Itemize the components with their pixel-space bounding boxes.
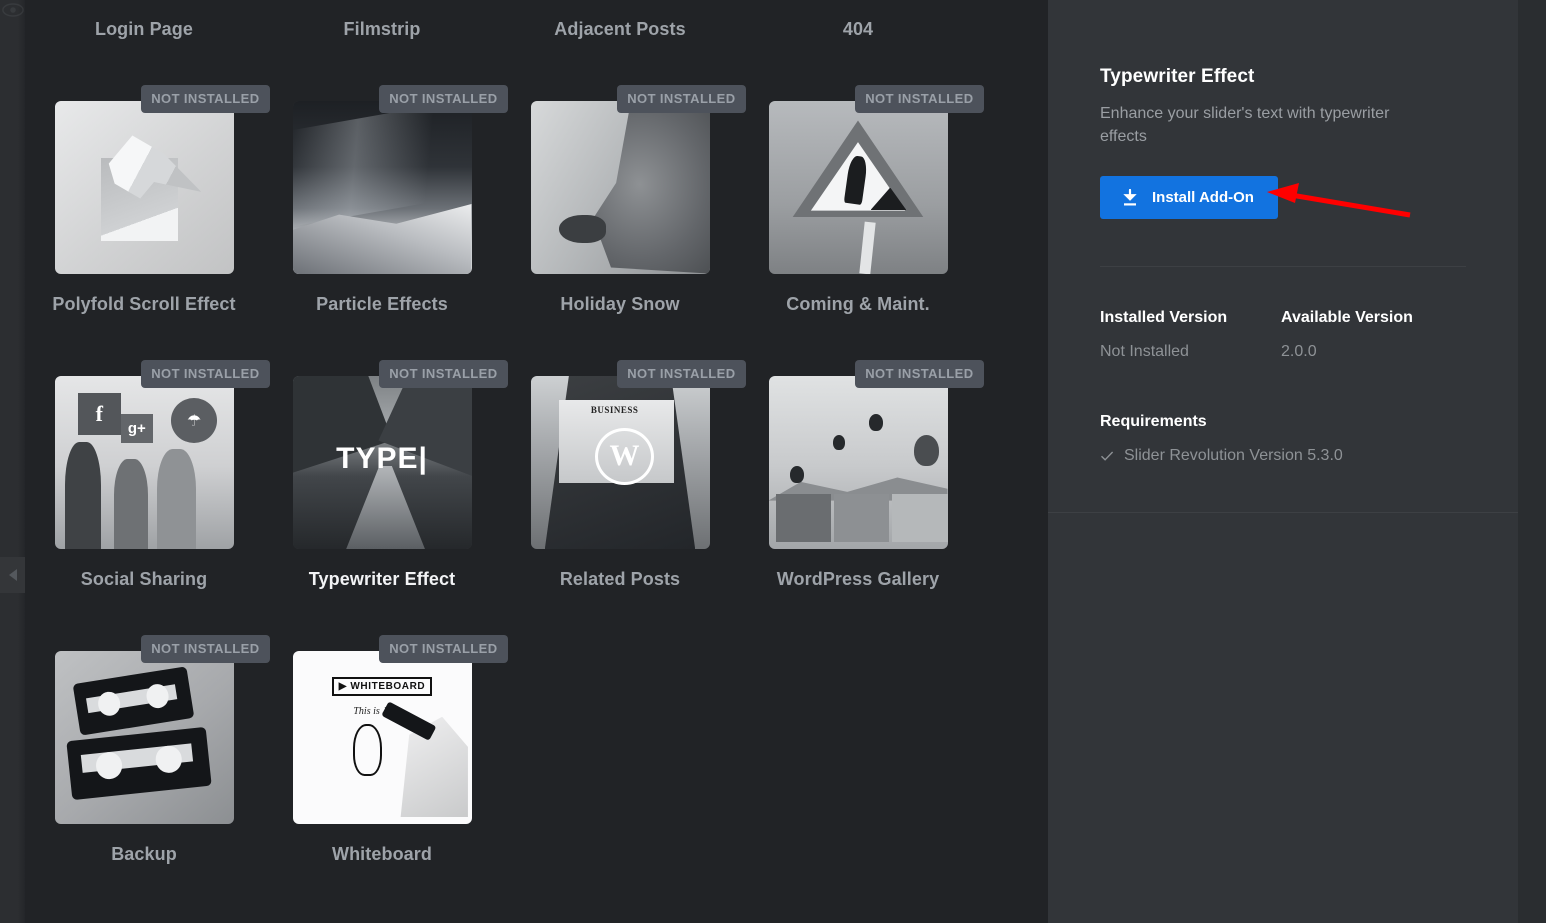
addon-card[interactable]: NOT INSTALLED Holiday Snow bbox=[501, 85, 746, 368]
addon-card-label: Particle Effects bbox=[316, 294, 448, 314]
addon-thumbnail[interactable]: NOT INSTALLED bbox=[54, 635, 270, 824]
addon-thumbnail[interactable]: ▶ WHITEBOARD This is Jim NOT INSTALLED bbox=[292, 635, 508, 824]
whiteboard-tag: ▶ WHITEBOARD bbox=[331, 676, 433, 696]
addon-card-label: Holiday Snow bbox=[560, 294, 680, 314]
addon-card[interactable]: ▶ WHITEBOARD This is Jim NOT INSTALLED W… bbox=[263, 635, 508, 918]
newspaper-masthead: BUSINESS bbox=[590, 405, 639, 416]
addon-thumbnail[interactable]: NOT INSTALLED bbox=[768, 85, 984, 274]
requirement-text: Slider Revolution Version 5.3.0 bbox=[1124, 447, 1343, 465]
addon-card-label: Related Posts bbox=[559, 569, 681, 589]
requirements-heading: Requirements bbox=[1100, 413, 1207, 431]
addon-card-label: Social Sharing bbox=[80, 569, 208, 589]
version-section: Installed Version Not Installed Availabl… bbox=[1048, 267, 1518, 465]
addon-thumbnail[interactable]: TYPE| NOT INSTALLED bbox=[292, 360, 508, 549]
twitter-icon: ☂ bbox=[170, 398, 218, 444]
addon-card-typewriter[interactable]: TYPE| NOT INSTALLED Typewriter Effect bbox=[263, 360, 508, 643]
addon-card-label: Polyfold Scroll Effect bbox=[52, 294, 236, 314]
addon-card[interactable]: NOT INSTALLED Polyfold Scroll Effect bbox=[25, 85, 270, 368]
addon-row: NOT INSTALLED Polyfold Scroll Effect NOT… bbox=[25, 85, 1048, 368]
status-badge: NOT INSTALLED bbox=[141, 360, 270, 388]
status-badge: NOT INSTALLED bbox=[141, 85, 270, 113]
status-badge: NOT INSTALLED bbox=[141, 635, 270, 663]
detail-header: Typewriter Effect Enhance your slider's … bbox=[1048, 0, 1518, 268]
addon-card[interactable]: NOT INSTALLED Login Page bbox=[25, 0, 263, 93]
chevron-left-icon bbox=[8, 569, 17, 581]
addon-row: NOT INSTALLED Backup ▶ WHITEBOARD This i… bbox=[25, 635, 1048, 918]
addon-card-label: Backup bbox=[111, 844, 177, 864]
requirement-item: Slider Revolution Version 5.3.0 bbox=[1100, 447, 1466, 465]
installed-version-label: Installed Version bbox=[1100, 309, 1228, 327]
addon-card-label: Whiteboard bbox=[332, 844, 432, 864]
addon-card-empty bbox=[501, 643, 739, 918]
addon-card[interactable]: BUSINESS W NOT INSTALLED Related Posts bbox=[501, 360, 746, 643]
status-badge: NOT INSTALLED bbox=[855, 360, 984, 388]
addon-thumbnail[interactable]: f g+ ☂ NOT INSTALLED bbox=[54, 360, 270, 549]
addon-thumbnail[interactable]: BUSINESS W NOT INSTALLED bbox=[530, 360, 746, 549]
addon-thumbnail[interactable]: NOT INSTALLED bbox=[54, 85, 270, 274]
left-rail bbox=[0, 0, 25, 923]
addon-card-label: Typewriter Effect bbox=[308, 569, 456, 589]
addon-card[interactable]: f g+ ☂ NOT INSTALLED Social Sharing bbox=[25, 360, 270, 643]
addon-card-label: Login Page bbox=[94, 19, 193, 39]
addon-card[interactable]: NOT INSTALLED Particle Effects bbox=[263, 85, 508, 368]
section-divider bbox=[1048, 512, 1518, 513]
status-badge: NOT INSTALLED bbox=[379, 85, 508, 113]
available-version-column: Available Version 2.0.0 bbox=[1281, 309, 1462, 361]
status-badge: NOT INSTALLED bbox=[379, 360, 508, 388]
addon-grid: NOT INSTALLED Login Page NOT INSTALLED F… bbox=[25, 0, 1048, 918]
status-badge: NOT INSTALLED bbox=[855, 85, 984, 113]
addon-card[interactable]: NOT INSTALLED Adjacent Posts bbox=[501, 0, 739, 93]
wordpress-icon: W bbox=[594, 427, 654, 485]
addon-card-label: Coming & Maint. bbox=[786, 294, 930, 314]
addon-card[interactable]: NOT INSTALLED WordPress Gallery bbox=[739, 360, 984, 643]
status-badge: NOT INSTALLED bbox=[617, 360, 746, 388]
addon-card[interactable]: NOT INSTALLED Coming & Maint. bbox=[739, 85, 984, 368]
addon-grid-pane[interactable]: NOT INSTALLED Login Page NOT INSTALLED F… bbox=[25, 0, 1048, 923]
addon-thumbnail[interactable]: NOT INSTALLED bbox=[292, 85, 508, 274]
addon-detail-panel: Typewriter Effect Enhance your slider's … bbox=[1048, 0, 1518, 923]
addon-card-label: Filmstrip bbox=[343, 19, 421, 39]
addon-card[interactable]: NOT INSTALLED Backup bbox=[25, 635, 270, 918]
panel-outer-gutter bbox=[1518, 0, 1546, 923]
download-icon bbox=[1123, 189, 1137, 206]
addon-card-label: Adjacent Posts bbox=[554, 19, 686, 39]
addon-thumbnail[interactable]: NOT INSTALLED bbox=[530, 85, 746, 274]
available-version-label: Available Version bbox=[1281, 309, 1413, 327]
addon-card[interactable]: NOT INSTALLED 404 bbox=[739, 0, 977, 93]
facebook-icon: f bbox=[77, 393, 121, 435]
install-addon-button[interactable]: Install Add-On bbox=[1100, 176, 1278, 220]
installed-version-value: Not Installed bbox=[1100, 343, 1189, 361]
check-icon bbox=[1101, 451, 1114, 462]
installed-version-column: Installed Version Not Installed bbox=[1100, 309, 1281, 361]
page-title: Typewriter Effect bbox=[1100, 66, 1255, 87]
googleplus-icon: g+ bbox=[120, 414, 153, 444]
addon-card[interactable]: NOT INSTALLED Filmstrip bbox=[263, 0, 501, 93]
addon-thumbnail[interactable]: NOT INSTALLED bbox=[768, 360, 984, 549]
eye-icon bbox=[2, 3, 24, 17]
install-addon-label: Install Add-On bbox=[1152, 189, 1254, 207]
addon-row: NOT INSTALLED Login Page NOT INSTALLED F… bbox=[25, 0, 1048, 93]
available-version-value: 2.0.0 bbox=[1281, 343, 1317, 361]
addon-description: Enhance your slider's text with typewrit… bbox=[1100, 105, 1390, 146]
collapse-panel-button[interactable] bbox=[0, 557, 25, 593]
addon-card-label: WordPress Gallery bbox=[776, 569, 940, 589]
screen-root: NOT INSTALLED Login Page NOT INSTALLED F… bbox=[0, 0, 1546, 923]
status-badge: NOT INSTALLED bbox=[617, 85, 746, 113]
addon-card-label: 404 bbox=[842, 19, 874, 39]
addon-card-empty bbox=[739, 643, 977, 918]
addon-row: f g+ ☂ NOT INSTALLED Social Sharing TYPE bbox=[25, 360, 1048, 643]
typewriter-art-text: TYPE| bbox=[336, 441, 428, 475]
status-badge: NOT INSTALLED bbox=[379, 635, 508, 663]
